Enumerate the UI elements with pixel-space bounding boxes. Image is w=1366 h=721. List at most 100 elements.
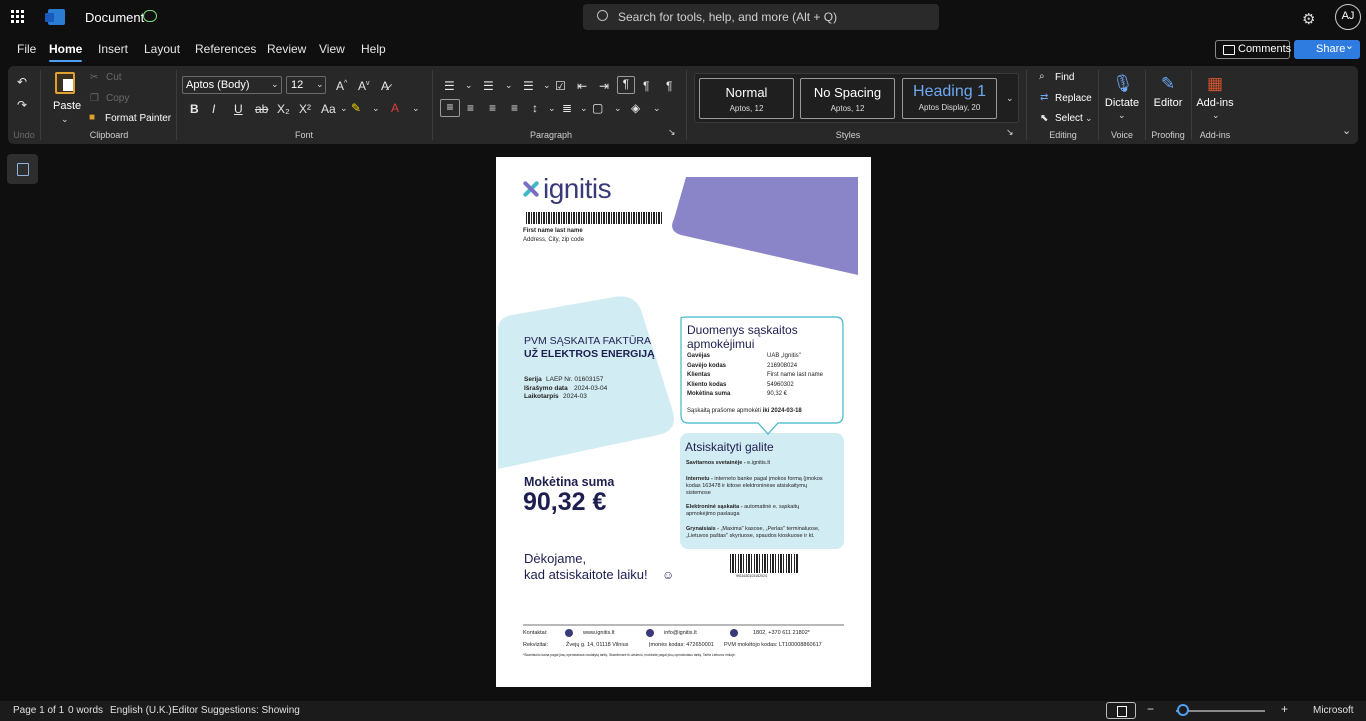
series-value: LAEP Nr. 01603157 bbox=[546, 376, 604, 383]
borders-icon[interactable]: ▢ bbox=[592, 101, 603, 115]
select-chevron-icon[interactable]: ⌄ bbox=[1085, 113, 1093, 124]
font-family-select[interactable]: Aptos (Body) bbox=[182, 76, 282, 94]
document-title[interactable]: Document bbox=[85, 10, 144, 25]
saved-cloud-icon bbox=[143, 10, 157, 22]
highlight-chevron-icon[interactable]: ⌄ bbox=[372, 103, 380, 114]
italic-icon[interactable]: I bbox=[212, 102, 215, 116]
tab-layout[interactable]: Layout bbox=[144, 42, 180, 56]
editor-button[interactable]: ✎ Editor bbox=[1150, 74, 1186, 109]
dictate-chevron-icon[interactable]: ⌄ bbox=[1118, 110, 1126, 121]
comments-button[interactable]: Comments bbox=[1215, 40, 1291, 59]
align-center-icon[interactable]: ≡ bbox=[467, 101, 474, 115]
font-color-icon[interactable]: A bbox=[391, 101, 399, 115]
subscript-icon[interactable]: X₂ bbox=[277, 102, 290, 116]
style-no-spacing[interactable]: No Spacing Aptos, 12 bbox=[800, 78, 895, 119]
decrease-indent-icon[interactable]: ⇤ bbox=[577, 79, 587, 93]
rtl-paragraph-icon[interactable]: ¶ bbox=[643, 79, 649, 93]
strikethrough-icon[interactable]: ab bbox=[255, 102, 268, 116]
bullets-icon[interactable]: ☰ bbox=[444, 79, 455, 93]
document-page[interactable]: ignitis First name last name Address, Ci… bbox=[496, 157, 871, 687]
tab-review[interactable]: Review bbox=[267, 42, 306, 56]
grow-font-icon[interactable]: A^ bbox=[336, 79, 347, 93]
undo-icon[interactable]: ↶ bbox=[17, 75, 27, 89]
replace-button[interactable]: Replace bbox=[1055, 93, 1092, 104]
highlight-icon[interactable]: ✎ bbox=[351, 101, 361, 115]
numbering-icon[interactable]: ☰ bbox=[483, 79, 494, 93]
increase-indent-icon[interactable]: ⇥ bbox=[599, 79, 609, 93]
clear-formatting-icon[interactable]: A̷ bbox=[381, 79, 389, 93]
line-spacing-icon[interactable]: ↕ bbox=[532, 101, 538, 115]
cut-button[interactable]: Cut bbox=[106, 72, 122, 83]
line-spacing-chevron-icon[interactable]: ⌄ bbox=[548, 103, 556, 114]
change-case-icon[interactable]: Aa bbox=[321, 102, 336, 116]
zoom-slider-handle[interactable] bbox=[1177, 704, 1189, 716]
ltr-paragraph-icon[interactable]: ¶ bbox=[617, 76, 635, 94]
font-color-chevron-icon[interactable]: ⌄ bbox=[412, 103, 420, 114]
font-size-chevron-icon[interactable]: ⌄ bbox=[316, 79, 324, 90]
paste-button[interactable]: Paste bbox=[53, 100, 81, 112]
bold-icon[interactable]: B bbox=[190, 102, 199, 116]
print-layout-view-icon[interactable] bbox=[1106, 702, 1136, 719]
app-launcher-icon[interactable] bbox=[11, 10, 25, 24]
numbering-chevron-icon[interactable]: ⌄ bbox=[505, 80, 513, 91]
select-button[interactable]: Select bbox=[1055, 113, 1083, 124]
paragraph-spacing-icon[interactable]: ≣ bbox=[562, 101, 572, 115]
justify-icon[interactable]: ≡ bbox=[511, 101, 518, 115]
show-formatting-marks-icon[interactable]: ¶ bbox=[666, 79, 672, 93]
paste-icon[interactable] bbox=[55, 72, 75, 94]
bullets-chevron-icon[interactable]: ⌄ bbox=[465, 80, 473, 91]
share-button[interactable]: Share bbox=[1294, 37, 1360, 59]
align-right-icon[interactable]: ≡ bbox=[489, 101, 496, 115]
find-button[interactable]: Find bbox=[1055, 72, 1074, 83]
copy-button[interactable]: Copy bbox=[106, 93, 129, 104]
search-box[interactable]: Search for tools, help, and more (Alt + … bbox=[583, 4, 939, 30]
checklist-icon[interactable]: ☑ bbox=[555, 79, 566, 93]
shading-icon[interactable]: ◈ bbox=[631, 101, 640, 115]
superscript-icon[interactable]: X² bbox=[299, 102, 311, 116]
tab-home[interactable]: Home bbox=[49, 42, 83, 62]
language-indicator[interactable]: English (U.K.) bbox=[110, 705, 172, 716]
paragraph-dialog-launcher-icon[interactable]: ↘ bbox=[668, 127, 676, 138]
font-family-chevron-icon[interactable]: ⌄ bbox=[271, 79, 279, 90]
editor-suggestions-status[interactable]: Editor Suggestions: Showing bbox=[172, 705, 300, 716]
align-left-icon[interactable]: ≡ bbox=[440, 99, 460, 117]
settle-title: Atsiskaityti galite bbox=[685, 440, 774, 454]
tab-references[interactable]: References bbox=[195, 42, 256, 56]
multilevel-list-icon[interactable]: ☰ bbox=[523, 79, 534, 93]
shading-chevron-icon[interactable]: ⌄ bbox=[653, 103, 661, 114]
zoom-out-icon[interactable]: − bbox=[1147, 702, 1154, 716]
dictate-button[interactable]: 🎙 Dictate bbox=[1104, 74, 1140, 109]
borders-chevron-icon[interactable]: ⌄ bbox=[614, 103, 622, 114]
page-count[interactable]: Page 1 of 1 bbox=[13, 705, 64, 716]
style-heading-1[interactable]: Heading 1 Aptos Display, 20 bbox=[902, 78, 997, 119]
shrink-font-icon[interactable]: Av bbox=[358, 79, 370, 93]
settings-gear-icon[interactable]: ⚙ bbox=[1302, 10, 1315, 28]
tab-help[interactable]: Help bbox=[361, 42, 386, 56]
change-case-chevron-icon[interactable]: ⌄ bbox=[340, 103, 348, 114]
zoom-in-icon[interactable]: + bbox=[1281, 702, 1288, 716]
navigation-pane-button[interactable] bbox=[7, 154, 38, 184]
underline-icon[interactable]: U bbox=[234, 102, 243, 116]
tab-file[interactable]: File bbox=[17, 42, 36, 56]
word-count[interactable]: 0 words bbox=[68, 705, 103, 716]
paste-chevron-down-icon[interactable]: ⌄ bbox=[61, 114, 69, 125]
ignitis-logo-mark-icon bbox=[522, 179, 540, 199]
payment-row: Gavėjas UAB „Ignitis" bbox=[687, 353, 837, 363]
styles-more-chevron-icon[interactable]: ⌄ bbox=[1006, 93, 1014, 104]
ribbon-collapse-chevron-icon[interactable]: ⌄ bbox=[1342, 124, 1351, 137]
avatar[interactable]: AJ bbox=[1335, 4, 1361, 30]
addins-button[interactable]: ▦ Add-ins bbox=[1196, 74, 1234, 109]
tab-insert[interactable]: Insert bbox=[98, 42, 128, 56]
paragraph-spacing-chevron-icon[interactable]: ⌄ bbox=[580, 103, 588, 114]
format-painter-icon: ■ bbox=[89, 112, 96, 123]
styles-dialog-launcher-icon[interactable]: ↘ bbox=[1006, 127, 1014, 138]
style-normal[interactable]: Normal Aptos, 12 bbox=[699, 78, 794, 119]
multilevel-chevron-icon[interactable]: ⌄ bbox=[543, 80, 551, 91]
format-painter-button[interactable]: Format Painter bbox=[105, 113, 171, 124]
redo-icon[interactable]: ↷ bbox=[17, 98, 27, 112]
zoom-slider[interactable] bbox=[1176, 710, 1265, 712]
tab-view[interactable]: View bbox=[319, 42, 345, 56]
payment-row-key: Kliento kodas bbox=[687, 381, 727, 388]
divider bbox=[686, 70, 687, 140]
addins-chevron-icon[interactable]: ⌄ bbox=[1212, 110, 1220, 121]
